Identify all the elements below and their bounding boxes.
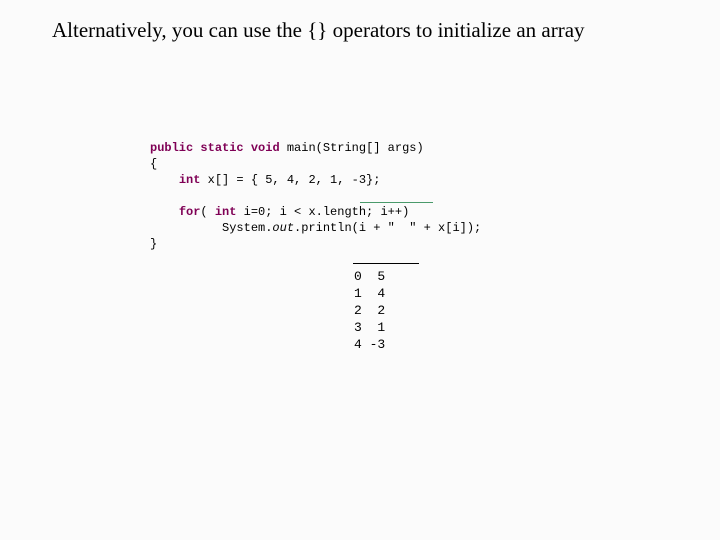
for-rest: i=0; i < x.length; i++) [236, 205, 409, 219]
method-signature: main(String[] args) [280, 141, 424, 155]
code-snippet: public static void main(String[] args) {… [150, 140, 481, 252]
keyword-static: static [200, 141, 243, 155]
keyword-void: void [251, 141, 280, 155]
print-indent: System. [150, 221, 272, 235]
program-output: 0 5 1 4 2 2 3 1 4 -3 [354, 268, 385, 353]
array-declaration: x[] = { 5, 4, 2, 1, -3}; [200, 173, 380, 187]
print-rest: .println(i + " " + x[i]); [294, 221, 481, 235]
brace-open: { [150, 157, 157, 171]
output-divider [353, 263, 419, 264]
keyword-int-loop: int [215, 205, 237, 219]
for-open: ( [200, 205, 214, 219]
keyword-for: for [179, 205, 201, 219]
slide-title: Alternatively, you can use the {} operat… [52, 18, 585, 43]
keyword-int: int [179, 173, 201, 187]
out-field: out [272, 221, 294, 235]
brace-close: } [150, 237, 157, 251]
output-row: 4 -3 [354, 337, 385, 352]
output-row: 2 2 [354, 303, 385, 318]
output-row: 1 4 [354, 286, 385, 301]
underline-highlight [360, 202, 433, 203]
keyword-public: public [150, 141, 193, 155]
output-row: 3 1 [354, 320, 385, 335]
output-row: 0 5 [354, 269, 385, 284]
